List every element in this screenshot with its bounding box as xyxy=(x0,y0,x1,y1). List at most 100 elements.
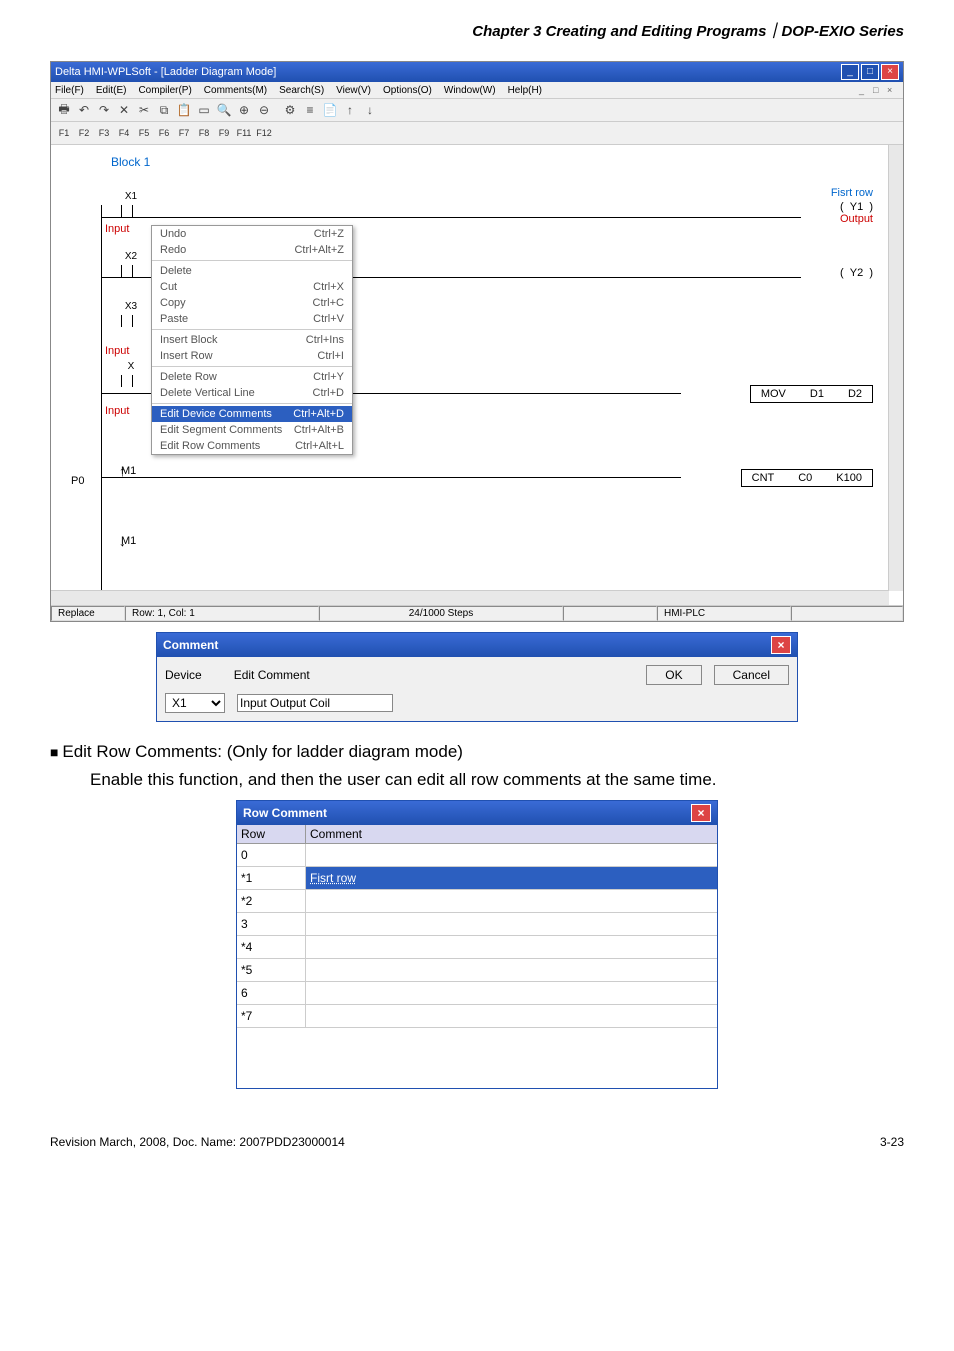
f7-icon[interactable]: F7 xyxy=(175,124,193,142)
contact-row4[interactable]: X xyxy=(121,375,133,390)
f4-icon[interactable]: F4 xyxy=(115,124,133,142)
device-select[interactable]: X1 xyxy=(165,693,225,713)
undo-icon[interactable]: ↶ xyxy=(75,101,93,119)
context-menu-item[interactable]: Edit Row CommentsCtrl+Alt+L xyxy=(152,438,352,454)
zoom-out-icon[interactable]: ⊖ xyxy=(255,101,273,119)
close-icon[interactable]: × xyxy=(691,804,711,822)
f3-icon[interactable]: F3 xyxy=(95,124,113,142)
wire xyxy=(101,477,681,478)
section-heading: Edit Row Comments: (Only for ladder diag… xyxy=(50,742,904,762)
toolbar-2: F1 F2 F3 F4 F5 F6 F7 F8 F9 F11 F12 xyxy=(51,122,903,145)
block-label: Block 1 xyxy=(111,155,150,169)
ok-button[interactable]: OK xyxy=(646,665,701,685)
copy-icon[interactable]: ⧉ xyxy=(155,101,173,119)
menu-file[interactable]: File(F) xyxy=(55,84,84,96)
context-menu-item[interactable]: CutCtrl+X xyxy=(152,279,352,295)
status-pos: Row: 1, Col: 1 xyxy=(125,606,319,621)
mov-a: D1 xyxy=(810,388,824,400)
row-comment-row[interactable]: 6 xyxy=(237,982,717,1005)
row-comment-row[interactable]: *1Fisrt row xyxy=(237,867,717,890)
label-x2: X2 xyxy=(121,251,141,262)
compile-icon[interactable]: ⚙ xyxy=(281,101,299,119)
menu-comments[interactable]: Comments(M) xyxy=(204,84,267,96)
f2-icon[interactable]: F2 xyxy=(75,124,93,142)
context-menu-item[interactable]: Delete RowCtrl+Y xyxy=(152,369,352,385)
input-label-1: Input xyxy=(105,223,129,235)
row-comment-label: Fisrt row xyxy=(831,187,873,199)
title-bar: Delta HMI-WPLSoft - [Ladder Diagram Mode… xyxy=(51,62,903,82)
row-comment-row[interactable]: 0 xyxy=(237,844,717,867)
f6-icon[interactable]: F6 xyxy=(155,124,173,142)
menu-view[interactable]: View(V) xyxy=(336,84,371,96)
contact-x3[interactable]: X3 xyxy=(121,315,133,330)
menu-help[interactable]: Help(H) xyxy=(508,84,542,96)
cancel-button[interactable]: Cancel xyxy=(714,665,789,685)
contact-m1-fall[interactable]: M1 ↓ xyxy=(121,535,136,547)
mov-op: MOV xyxy=(761,388,786,400)
cnt-b: K100 xyxy=(836,472,862,484)
context-menu-item[interactable]: Edit Segment CommentsCtrl+Alt+B xyxy=(152,422,352,438)
upload-icon[interactable]: ↑ xyxy=(341,101,359,119)
context-menu-item[interactable]: Delete xyxy=(152,263,352,279)
comment-dialog: Comment × Device Edit Comment OK Cancel … xyxy=(156,632,798,722)
menu-search[interactable]: Search(S) xyxy=(279,84,324,96)
select-icon[interactable]: ▭ xyxy=(195,101,213,119)
f5-icon[interactable]: F5 xyxy=(135,124,153,142)
context-menu-item[interactable]: Insert BlockCtrl+Ins xyxy=(152,332,352,348)
f9-icon[interactable]: F9 xyxy=(215,124,233,142)
inner-minimize-icon[interactable]: _ xyxy=(859,84,871,96)
status-device: HMI-PLC xyxy=(657,606,791,621)
instruction-icon[interactable]: 📄 xyxy=(321,101,339,119)
menu-options[interactable]: Options(O) xyxy=(383,84,432,96)
mov-instruction[interactable]: MOV D1 D2 xyxy=(750,385,873,403)
redo-icon[interactable]: ↷ xyxy=(95,101,113,119)
context-menu-item[interactable]: UndoCtrl+Z xyxy=(152,226,352,242)
menu-compiler[interactable]: Compiler(P) xyxy=(138,84,191,96)
context-menu-item[interactable]: Insert RowCtrl+I xyxy=(152,348,352,364)
f11-icon[interactable]: F11 xyxy=(235,124,253,142)
print-icon[interactable]: 🖶 xyxy=(55,101,73,119)
app-window: Delta HMI-WPLSoft - [Ladder Diagram Mode… xyxy=(50,61,904,622)
app-title: Delta HMI-WPLSoft - [Ladder Diagram Mode… xyxy=(55,66,276,78)
ladder-diagram[interactable]: Block 1 Fisrt row X1 ( Y1 ) Output Input… xyxy=(51,145,903,605)
footer-left: Revision March, 2008, Doc. Name: 2007PDD… xyxy=(50,1135,345,1149)
menu-edit[interactable]: Edit(E) xyxy=(96,84,127,96)
inner-close-icon[interactable]: × xyxy=(887,84,899,96)
output-y1[interactable]: ( Y1 ) Output xyxy=(840,201,873,225)
vertical-scrollbar[interactable] xyxy=(888,145,903,591)
output-y2[interactable]: ( Y2 ) xyxy=(840,267,873,279)
menu-window[interactable]: Window(W) xyxy=(444,84,496,96)
horizontal-scrollbar[interactable] xyxy=(51,590,889,605)
menu-bar: File(F) Edit(E) Compiler(P) Comments(M) … xyxy=(51,82,903,99)
paste-icon[interactable]: 📋 xyxy=(175,101,193,119)
cut-icon[interactable]: ✂ xyxy=(135,101,153,119)
status-steps: 24/1000 Steps xyxy=(319,606,563,621)
row-comment-row[interactable]: *2 xyxy=(237,890,717,913)
delete-icon[interactable]: ✕ xyxy=(115,101,133,119)
find-icon[interactable]: 🔍 xyxy=(215,101,233,119)
close-icon[interactable]: × xyxy=(881,64,899,80)
minimize-icon[interactable]: _ xyxy=(841,64,859,80)
row-comment-row[interactable]: *4 xyxy=(237,936,717,959)
edit-comment-input[interactable] xyxy=(237,694,393,712)
f8-icon[interactable]: F8 xyxy=(195,124,213,142)
row-comment-row[interactable]: 3 xyxy=(237,913,717,936)
context-menu-item[interactable]: Delete Vertical LineCtrl+D xyxy=(152,385,352,401)
download-icon[interactable]: ↓ xyxy=(361,101,379,119)
context-menu-item[interactable]: Edit Device CommentsCtrl+Alt+D xyxy=(152,406,352,422)
context-menu-item[interactable]: PasteCtrl+V xyxy=(152,311,352,327)
contact-m1-rise[interactable]: M1 ↑ xyxy=(121,465,136,477)
zoom-in-icon[interactable]: ⊕ xyxy=(235,101,253,119)
f12-icon[interactable]: F12 xyxy=(255,124,273,142)
row-comment-row[interactable]: *7 xyxy=(237,1005,717,1028)
row-comment-row[interactable]: *5 xyxy=(237,959,717,982)
inner-restore-icon[interactable]: □ xyxy=(873,84,885,96)
row-comment-dialog: Row Comment × Row Comment 0*1Fisrt row*2… xyxy=(236,800,718,1089)
f1-icon[interactable]: F1 xyxy=(55,124,73,142)
context-menu-item[interactable]: RedoCtrl+Alt+Z xyxy=(152,242,352,258)
close-icon[interactable]: × xyxy=(771,636,791,654)
context-menu-item[interactable]: CopyCtrl+C xyxy=(152,295,352,311)
cnt-instruction[interactable]: CNT C0 K100 xyxy=(741,469,873,487)
ladder-icon[interactable]: ≡ xyxy=(301,101,319,119)
maximize-icon[interactable]: □ xyxy=(861,64,879,80)
